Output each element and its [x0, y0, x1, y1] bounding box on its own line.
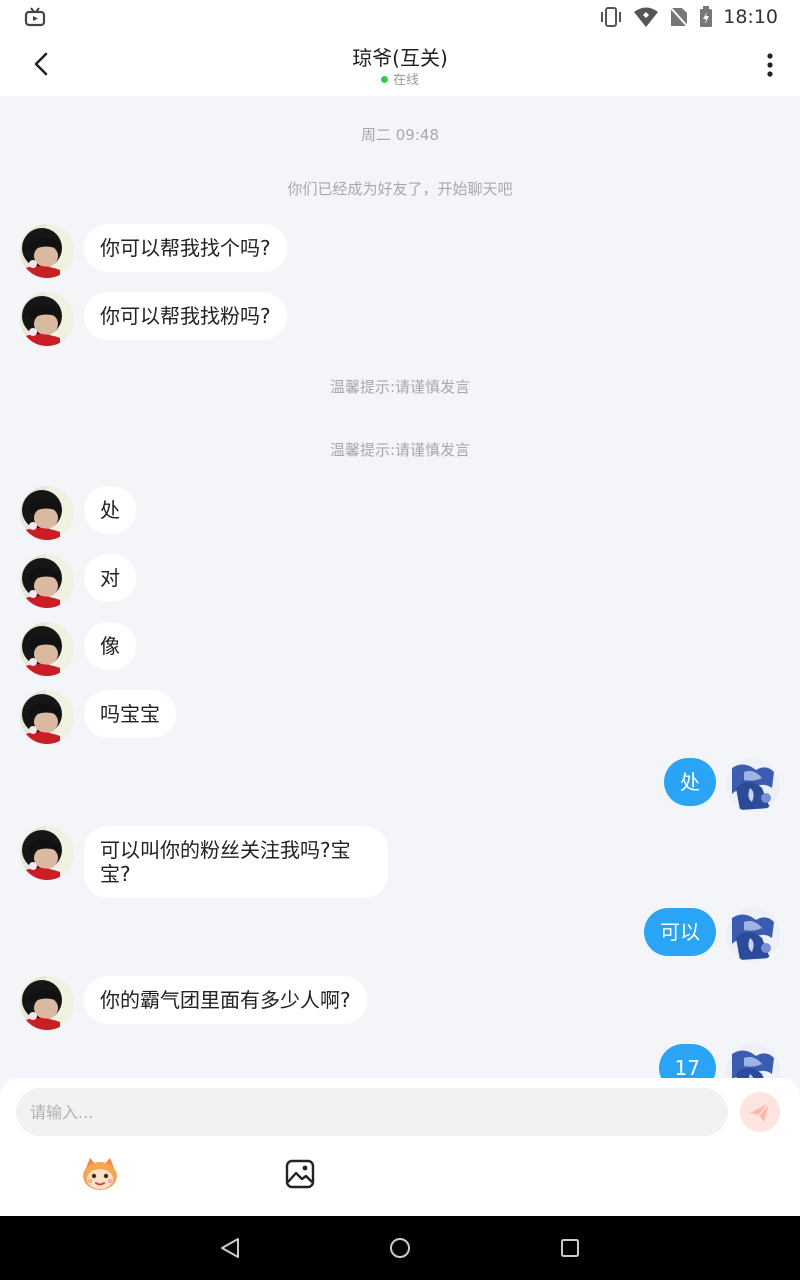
message-list[interactable]: 周二 09:48 你们已经成为好友了，开始聊天吧 你可以帮我找个吗? 你可以帮我…	[0, 96, 800, 1078]
incoming-message: 对	[20, 554, 136, 608]
message-bubble[interactable]: 对	[84, 554, 136, 602]
contact-avatar[interactable]	[20, 622, 74, 676]
my-avatar[interactable]	[726, 908, 780, 962]
message-bubble[interactable]: 你可以帮我找个吗?	[84, 224, 287, 272]
message-bubble[interactable]: 像	[84, 622, 136, 670]
message-input[interactable]	[16, 1088, 728, 1136]
outgoing-message: 17	[658, 1044, 780, 1078]
contact-avatar[interactable]	[20, 224, 74, 278]
message-bubble[interactable]: 处	[84, 486, 136, 534]
nav-back-icon[interactable]	[218, 1236, 242, 1260]
status-bar: 18:10	[0, 0, 800, 34]
contact-avatar[interactable]	[20, 292, 74, 346]
my-avatar[interactable]	[726, 1044, 780, 1078]
tv-app-icon	[24, 7, 46, 27]
more-vertical-icon[interactable]	[760, 50, 780, 80]
system-message: 温馨提示:请谨慎发言	[329, 378, 471, 396]
system-message: 你们已经成为好友了，开始聊天吧	[287, 180, 513, 198]
online-status: 在线	[0, 69, 800, 88]
contact-avatar[interactable]	[20, 976, 74, 1030]
incoming-message: 你的霸气团里面有多少人啊?	[20, 976, 367, 1030]
battery-charging-icon	[700, 6, 713, 27]
incoming-message: 吗宝宝	[20, 690, 176, 744]
contact-avatar[interactable]	[20, 554, 74, 608]
composer	[0, 1078, 800, 1216]
contact-avatar[interactable]	[20, 690, 74, 744]
vibrate-icon	[601, 7, 622, 27]
online-status-text: 在线	[392, 73, 419, 88]
incoming-message: 可以叫你的粉丝关注我吗?宝宝?	[20, 826, 388, 898]
online-dot	[380, 76, 388, 83]
clock: 18:10	[723, 6, 778, 28]
nav-home-icon[interactable]	[388, 1236, 412, 1260]
incoming-message: 处	[20, 486, 136, 540]
timestamp: 周二 09:48	[361, 126, 439, 144]
wifi-icon	[634, 7, 659, 27]
status-icons: 18:10	[599, 4, 778, 30]
message-bubble[interactable]: 你的霸气团里面有多少人啊?	[84, 976, 367, 1024]
navigation-bar	[0, 1216, 800, 1280]
message-bubble[interactable]: 处	[664, 758, 716, 806]
message-bubble[interactable]: 17	[658, 1044, 716, 1078]
incoming-message: 像	[20, 622, 136, 676]
emoji-icon[interactable]	[80, 1156, 120, 1192]
contact-name: 琼爷(互关)	[352, 46, 448, 70]
incoming-message: 你可以帮我找粉吗?	[20, 292, 287, 346]
chat-header: 琼爷(互关) 在线	[0, 34, 800, 96]
incoming-message: 你可以帮我找个吗?	[20, 224, 287, 278]
no-sim-icon	[669, 6, 689, 28]
outgoing-message: 可以	[644, 908, 780, 962]
nav-recent-apps-icon[interactable]	[558, 1236, 582, 1260]
image-icon[interactable]	[284, 1158, 316, 1190]
message-bubble[interactable]: 可以	[644, 908, 716, 956]
message-bubble[interactable]: 你可以帮我找粉吗?	[84, 292, 287, 340]
my-avatar[interactable]	[726, 758, 780, 812]
outgoing-message: 处	[664, 758, 780, 812]
message-bubble[interactable]: 可以叫你的粉丝关注我吗?宝宝?	[84, 826, 388, 898]
contact-avatar[interactable]	[20, 486, 74, 540]
contact-avatar[interactable]	[20, 826, 74, 880]
send-icon[interactable]	[740, 1092, 780, 1132]
system-message: 温馨提示:请谨慎发言	[329, 441, 471, 459]
message-bubble[interactable]: 吗宝宝	[84, 690, 176, 738]
